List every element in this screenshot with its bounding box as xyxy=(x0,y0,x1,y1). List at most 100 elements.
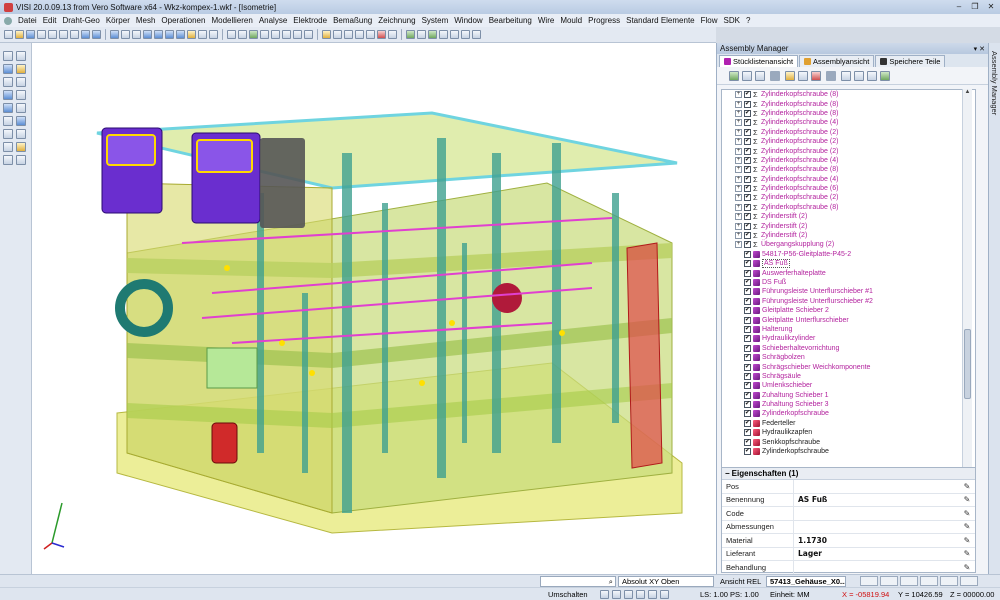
tree-item-label[interactable]: Hydraulikzylinder xyxy=(762,335,815,342)
tree-row[interactable]: + ✔ Σ Zylinderstift (2) xyxy=(722,231,975,240)
tree-item-label[interactable]: Zylinderkopfschraube (2) xyxy=(761,194,838,201)
tree-row[interactable]: ✔ Zylinderkopfschraube xyxy=(722,447,975,456)
search-input[interactable]: ⌕ xyxy=(540,576,616,587)
select-icon[interactable] xyxy=(3,51,13,61)
drafting-icon[interactable] xyxy=(461,30,470,39)
tree-item-label[interactable]: Hydraulikzapfen xyxy=(762,429,812,436)
visibility-checkbox[interactable]: ✔ xyxy=(744,419,751,427)
tree-row[interactable]: ✔ Auswerferhalteplatte xyxy=(722,268,975,277)
tree-item-label[interactable]: Zylinderkopfschraube (6) xyxy=(761,185,838,192)
print-list-icon[interactable] xyxy=(742,70,752,81)
hide-icon[interactable] xyxy=(293,30,302,39)
visibility-checkbox[interactable]: ✔ xyxy=(744,307,751,315)
visibility-checkbox[interactable]: ✔ xyxy=(744,232,751,240)
tab-stuecklistenansicht[interactable]: Stücklistenansicht xyxy=(719,55,799,67)
tree-row[interactable]: ✔ Hydraulikzylinder xyxy=(722,334,975,343)
tree-item-label[interactable]: Zylinderkopfschraube xyxy=(762,410,829,417)
tree-row[interactable]: ✔ Führungsleiste Unterflurschieber #1 xyxy=(722,287,975,296)
section-icon[interactable] xyxy=(271,30,280,39)
redo-icon[interactable] xyxy=(92,30,101,39)
status-segment[interactable] xyxy=(920,576,938,586)
tree-item-label[interactable]: Zylinderkopfschraube (8) xyxy=(761,110,838,117)
property-value[interactable]: 1.1730 xyxy=(794,536,962,545)
visibility-checkbox[interactable]: ✔ xyxy=(744,100,751,108)
rectangle-icon[interactable] xyxy=(16,64,26,74)
visibility-checkbox[interactable]: ✔ xyxy=(744,241,751,249)
expand-icon[interactable]: + xyxy=(735,241,742,249)
visibility-checkbox[interactable]: ✔ xyxy=(744,156,751,164)
expand-icon[interactable]: + xyxy=(735,175,742,183)
tree-row[interactable]: ✔ Schrägbolzen xyxy=(722,353,975,362)
expand-icon[interactable]: + xyxy=(735,119,742,127)
pointer-icon[interactable] xyxy=(472,30,481,39)
menu-datei[interactable]: Datei xyxy=(15,16,40,25)
visibility-checkbox[interactable]: ✔ xyxy=(744,91,751,99)
menu-koerper[interactable]: Körper xyxy=(103,16,133,25)
new-file-icon[interactable] xyxy=(4,30,13,39)
minimize-button[interactable]: – xyxy=(952,1,966,12)
tree-item-label[interactable]: Zylinderkopfschraube (8) xyxy=(761,91,838,98)
visibility-checkbox[interactable]: ✔ xyxy=(744,109,751,117)
undo-icon[interactable] xyxy=(81,30,90,39)
tree-item-label[interactable]: Führungsleiste Unterflurschieber #2 xyxy=(762,298,873,305)
green-sphere-icon[interactable] xyxy=(428,30,437,39)
tree-row[interactable]: + ✔ Σ Zylinderstift (2) xyxy=(722,221,975,231)
tree-row[interactable]: + ✔ Σ Zylinderkopfschraube (6) xyxy=(722,184,975,193)
visibility-checkbox[interactable]: ✔ xyxy=(744,429,751,437)
edit-property-icon[interactable]: ✎ xyxy=(962,482,972,491)
zoom-all-icon[interactable] xyxy=(132,30,141,39)
color-icon[interactable] xyxy=(377,30,386,39)
tree-item-label[interactable]: 54817-P56-Gleitplatte-P45-2 xyxy=(762,251,851,258)
menu-progress[interactable]: Progress xyxy=(585,16,623,25)
menu-modellieren[interactable]: Modellieren xyxy=(208,16,255,25)
visibility-checkbox[interactable]: ✔ xyxy=(744,401,751,409)
view-iso-icon[interactable] xyxy=(176,30,185,39)
tree-row[interactable]: ✔ Hydraulikzapfen xyxy=(722,428,975,437)
part-name-field[interactable]: 57413_Gehäuse_X0... xyxy=(766,576,846,587)
menu-analyse[interactable]: Analyse xyxy=(256,16,290,25)
scroll-thumb[interactable] xyxy=(964,329,971,399)
tree-item-label[interactable]: Übergangskupplung (2) xyxy=(761,241,834,248)
copy-transform-icon[interactable] xyxy=(16,90,26,100)
visibility-checkbox[interactable]: ✔ xyxy=(744,185,751,193)
menu-mesh[interactable]: Mesh xyxy=(133,16,159,25)
restore-button[interactable]: ❐ xyxy=(968,1,982,12)
save-icon[interactable] xyxy=(26,30,35,39)
tree-item-label[interactable]: Auswerferhalteplatte xyxy=(762,270,826,277)
note-icon[interactable] xyxy=(16,142,26,152)
tree-item-label[interactable]: Federteller xyxy=(762,420,795,427)
tree-row[interactable]: ✔ 54817-P56-Gleitplatte-P45-2 xyxy=(722,250,975,259)
tree-item-label[interactable]: Zylinderstift (2) xyxy=(761,213,807,220)
show-icon[interactable] xyxy=(304,30,313,39)
tree-row[interactable]: + ✔ Σ Zylinderkopfschraube (4) xyxy=(722,156,975,165)
edit-property-icon[interactable]: ✎ xyxy=(962,549,972,558)
tree-row[interactable]: ✔ Schrägsäule xyxy=(722,372,975,381)
pan-icon[interactable] xyxy=(209,30,218,39)
menu-wire[interactable]: Wire xyxy=(535,16,557,25)
tree-row[interactable]: + ✔ Σ Zylinderkopfschraube (8) xyxy=(722,203,975,212)
visibility-checkbox[interactable]: ✔ xyxy=(744,325,751,333)
switch-label[interactable]: Umschalten xyxy=(548,589,588,600)
delete-icon[interactable] xyxy=(3,129,13,139)
expand-icon[interactable]: + xyxy=(735,185,742,193)
tree-item-label[interactable]: Schrägschieber Weichkomponente xyxy=(762,364,870,371)
status-segment[interactable] xyxy=(900,576,918,586)
zoom-window-icon[interactable] xyxy=(121,30,130,39)
tree-item-label[interactable]: Halterung xyxy=(762,326,792,333)
menu-bemassung[interactable]: Bemaßung xyxy=(330,16,375,25)
visibility-checkbox[interactable]: ✔ xyxy=(744,222,751,230)
edit-property-icon[interactable]: ✎ xyxy=(962,536,972,545)
print-icon[interactable] xyxy=(37,30,46,39)
tree-item-label[interactable]: Schrägsäule xyxy=(762,373,801,380)
tree-item-label[interactable]: Zylinderstift (2) xyxy=(761,232,807,239)
expand-icon[interactable]: + xyxy=(735,166,742,174)
filter-icon[interactable] xyxy=(439,30,448,39)
edit-property-icon[interactable]: ✎ xyxy=(962,522,972,531)
color-filter-icon[interactable] xyxy=(811,70,821,81)
visibility-checkbox[interactable]: ✔ xyxy=(744,213,751,221)
edit-property-icon[interactable]: ✎ xyxy=(962,495,972,504)
grid-icon[interactable] xyxy=(333,30,342,39)
tree-row[interactable]: + ✔ Σ Zylinderkopfschraube (4) xyxy=(722,118,975,127)
visibility-checkbox[interactable]: ✔ xyxy=(744,250,751,258)
pick-icon[interactable] xyxy=(785,70,795,81)
